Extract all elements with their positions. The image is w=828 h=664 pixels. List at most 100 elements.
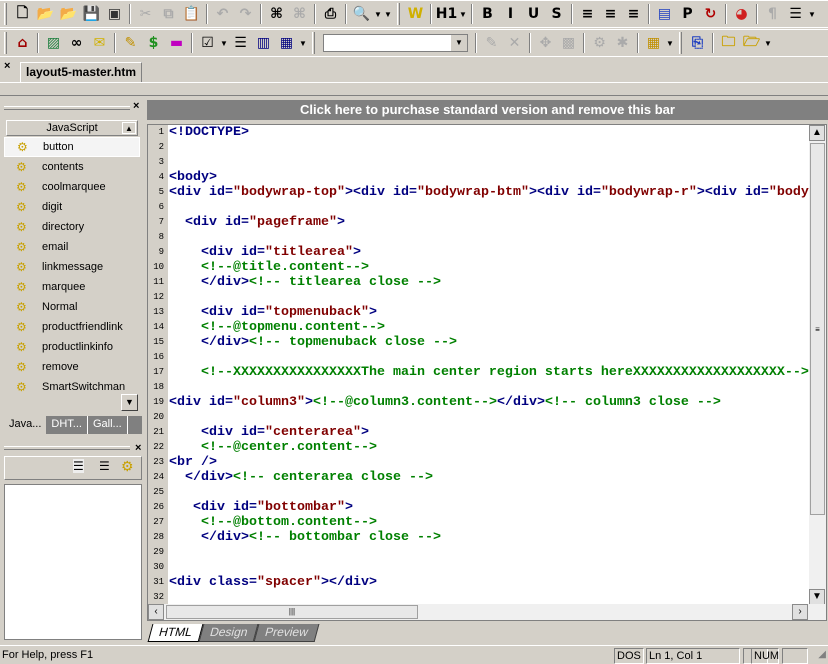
save-icon[interactable]: 💾 — [80, 3, 103, 25]
code-line[interactable] — [169, 230, 809, 245]
bold-icon[interactable]: B — [476, 3, 499, 25]
code-line[interactable] — [169, 560, 809, 575]
open-folder-up-icon[interactable]: 📂 — [57, 3, 80, 25]
view-tab-design[interactable]: Design — [198, 624, 259, 642]
italic-icon[interactable]: I — [499, 3, 522, 25]
scroll-thumb[interactable]: ≡ — [810, 143, 825, 515]
code-editor[interactable]: 1 2 3 4 5 6 7 8 9 10 11 12 13 14 15 16 17 18 19 20 21 22 23 24 2… — [147, 124, 827, 621]
panel-tab[interactable]: Java... — [4, 416, 47, 434]
paragraph-p-icon[interactable]: P — [676, 3, 699, 25]
code-line[interactable]: <div id="bottombar"> — [169, 500, 809, 515]
open-folder-icon[interactable]: 📂 — [34, 3, 57, 25]
code-line[interactable]: <!DOCTYPE> — [169, 125, 809, 140]
list-item[interactable]: ⚙ Normal — [4, 297, 140, 317]
settings-gear-icon[interactable]: ⚙ — [121, 458, 134, 475]
resize-grip-icon[interactable]: ◢ — [818, 649, 826, 660]
sort-az-icon[interactable]: ☰ — [73, 459, 84, 473]
new-file-icon[interactable]: 🗋 — [11, 3, 34, 25]
run-icon[interactable]: ✱ — [611, 32, 634, 54]
list-item[interactable]: ⚙ productfriendlink — [4, 317, 140, 337]
combo-arrow-icon[interactable]: ▼ — [451, 35, 467, 51]
view-tab-preview[interactable]: Preview — [253, 624, 320, 642]
hscroll-thumb[interactable]: ||| — [166, 605, 418, 619]
list-item[interactable]: ⚙ email — [4, 237, 140, 257]
underline-icon[interactable]: U — [522, 3, 545, 25]
gift-icon[interactable]: ▩ — [557, 32, 580, 54]
dropdown-arrow-icon[interactable]: ▼ — [373, 10, 383, 19]
view-tab-html[interactable]: HTML — [147, 624, 204, 642]
document-tab[interactable]: layout5-master.htm — [20, 62, 143, 82]
list-item[interactable]: ⚙ linkmessage — [4, 257, 140, 277]
code-line[interactable]: <div id="pageframe"> — [169, 215, 809, 230]
code-line[interactable]: <!--XXXXXXXXXXXXXXXXThe main center regi… — [169, 365, 809, 380]
panel-close-icon[interactable]: × — [135, 442, 141, 454]
dropdown-arrow-icon[interactable]: ▼ — [383, 10, 393, 19]
code-line[interactable] — [169, 290, 809, 305]
vertical-scrollbar[interactable]: ▲ ≡ ▼ — [809, 125, 826, 605]
dropdown-arrow-icon[interactable]: ▼ — [219, 39, 229, 48]
list-item[interactable]: ⚙ digit — [4, 197, 140, 217]
toolbar-grip[interactable] — [4, 3, 7, 25]
undo-icon[interactable]: ↶ — [211, 3, 234, 25]
delete-x-icon[interactable]: ✕ — [503, 32, 526, 54]
code-line[interactable]: <div id="bodywrap-top"><div id="bodywrap… — [169, 185, 809, 200]
sort-za-icon[interactable]: ☰ — [99, 459, 110, 473]
form-controls-icon[interactable]: ☑ — [196, 32, 219, 54]
code-line[interactable] — [169, 200, 809, 215]
scroll-down-button[interactable]: ▼ — [809, 589, 825, 605]
scroll-right-button[interactable]: › — [792, 604, 808, 620]
panel-close-icon[interactable]: × — [133, 100, 139, 112]
code-line[interactable]: <!--@bottom.content--> — [169, 515, 809, 530]
layout-frame-icon[interactable]: ▥ — [252, 32, 275, 54]
dropdown-arrow-icon[interactable]: ▼ — [298, 39, 308, 48]
horizontal-rule-icon[interactable]: ▬ — [165, 32, 188, 54]
align-right-icon[interactable]: ≡ — [622, 3, 645, 25]
table-icon[interactable]: ▦ — [275, 32, 298, 54]
code-line[interactable]: </div><!-- titlearea close --> — [169, 275, 809, 290]
code-line[interactable] — [169, 485, 809, 500]
image-icon[interactable]: ▨ — [42, 32, 65, 54]
paste-icon[interactable]: 📋 — [180, 3, 203, 25]
snippet-icon[interactable]: ✥ — [534, 32, 557, 54]
replace-icon[interactable]: ⌘ — [288, 3, 311, 25]
code-line[interactable]: <div id="topmenuback"> — [169, 305, 809, 320]
code-line[interactable] — [169, 350, 809, 365]
copy-icon[interactable]: ⧉ — [157, 3, 180, 25]
panel-tab[interactable]: DHT... — [46, 416, 88, 434]
tag-combo[interactable]: ▼ — [323, 34, 468, 52]
folder-open-icon[interactable]: 🗁 — [740, 32, 763, 54]
dropdown-arrow-icon[interactable]: ▼ — [763, 39, 773, 48]
toolbar-grip[interactable] — [312, 32, 315, 54]
word-w-icon[interactable]: W — [404, 3, 427, 25]
horizontal-scrollbar[interactable]: ‹ ||| › — [148, 604, 826, 620]
list-item[interactable]: ⚙ directory — [4, 217, 140, 237]
code-line[interactable]: <div id="column3"><!--@column3.content--… — [169, 395, 809, 410]
code-line[interactable] — [169, 590, 809, 605]
home-icon[interactable]: ⌂ — [11, 32, 34, 54]
toolbar-grip[interactable] — [4, 32, 7, 54]
code-line[interactable]: <div id="titlearea"> — [169, 245, 809, 260]
money-bag-icon[interactable]: $ — [142, 32, 165, 54]
dropdown-arrow-icon[interactable]: ▼ — [665, 39, 675, 48]
panel-tab[interactable]: Gall... — [88, 416, 128, 434]
ftp-icon[interactable]: ⎘ — [686, 32, 709, 54]
insert-table-icon[interactable]: ▦ — [642, 32, 665, 54]
list-item[interactable]: ⚙ marquee — [4, 277, 140, 297]
list-item[interactable]: ⚙ button — [4, 137, 140, 157]
email-icon[interactable]: ✉ — [88, 32, 111, 54]
print-icon[interactable]: ⎙ — [319, 3, 342, 25]
dropdown-arrow-icon[interactable]: ▲ — [122, 122, 136, 134]
code-line[interactable] — [169, 140, 809, 155]
find-binoculars-icon[interactable]: ⌘ — [265, 3, 288, 25]
purchase-bar[interactable]: Click here to purchase standard version … — [147, 100, 828, 120]
scroll-left-button[interactable]: ‹ — [148, 604, 164, 620]
redo-icon[interactable]: ↷ — [234, 3, 257, 25]
preview-browser-icon[interactable]: 🔍 — [350, 3, 373, 25]
toolbar-grip[interactable] — [397, 3, 400, 25]
dropdown-arrow-icon[interactable]: ▼ — [458, 10, 468, 19]
list-item[interactable]: ⚙ coolmarquee — [4, 177, 140, 197]
color-picker-icon[interactable]: ◕ — [730, 3, 753, 25]
list-options-icon[interactable]: ☰ — [784, 3, 807, 25]
bullet-list-icon[interactable]: ☰ — [229, 32, 252, 54]
category-dropdown[interactable]: JavaScript ▲ — [6, 120, 138, 136]
